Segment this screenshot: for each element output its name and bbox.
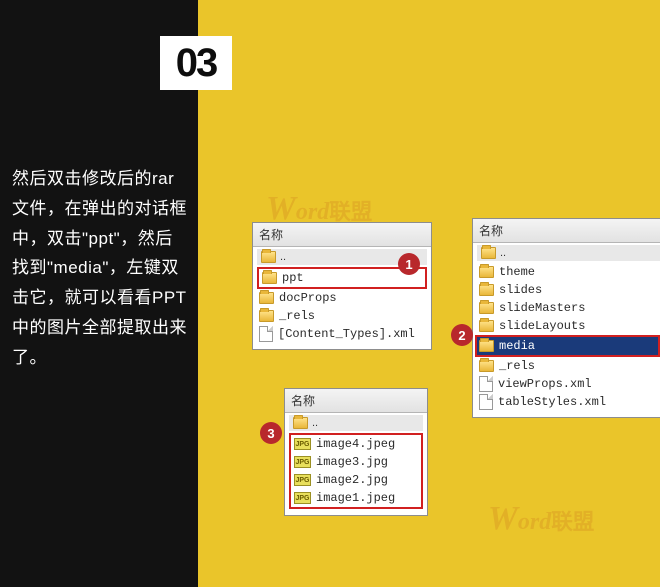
list-item[interactable]: [Content_Types].xml <box>257 325 427 343</box>
folder-icon <box>259 292 274 304</box>
file-icon <box>479 394 493 410</box>
list-item[interactable]: _rels <box>477 357 660 375</box>
folder-icon <box>293 417 308 429</box>
jpg-icon: JPG <box>294 438 311 450</box>
folder-icon <box>261 251 276 263</box>
step-marker-1: 1 <box>398 253 420 275</box>
folder-icon <box>479 340 494 352</box>
panel-header: 名称 <box>253 223 431 247</box>
file-panel-2: 名称 .. theme slides slideMasters slideLay… <box>472 218 660 418</box>
jpg-icon: JPG <box>294 492 311 504</box>
list-item[interactable]: slideMasters <box>477 299 660 317</box>
panel-header: 名称 <box>473 219 660 243</box>
panel-body: .. theme slides slideMasters slideLayout… <box>473 243 660 417</box>
folder-icon <box>259 310 274 322</box>
jpg-icon: JPG <box>294 474 311 486</box>
folder-icon <box>479 360 494 372</box>
list-item[interactable]: tableStyles.xml <box>477 393 660 411</box>
folder-icon <box>479 266 494 278</box>
step-marker-3: 3 <box>260 422 282 444</box>
step-number-badge: 03 <box>160 36 232 90</box>
list-item[interactable]: docProps <box>257 289 427 307</box>
list-item[interactable]: viewProps.xml <box>477 375 660 393</box>
watermark-logo: Word联盟 <box>488 500 594 538</box>
jpg-icon: JPG <box>294 456 311 468</box>
list-item[interactable]: JPGimage3.jpg <box>292 453 420 471</box>
list-item[interactable]: JPGimage1.jpeg <box>292 489 420 507</box>
list-item[interactable]: slideLayouts <box>477 317 660 335</box>
parent-dir-row[interactable]: .. <box>477 245 660 261</box>
file-icon <box>259 326 273 342</box>
file-panel-1: 名称 .. ppt docProps _rels [Content_Types]… <box>252 222 432 350</box>
folder-icon <box>479 302 494 314</box>
parent-dir-row[interactable]: .. <box>289 415 423 431</box>
list-item[interactable]: ppt <box>260 269 424 287</box>
list-item[interactable]: theme <box>477 263 660 281</box>
list-item[interactable]: JPGimage4.jpeg <box>292 435 420 453</box>
step-marker-2: 2 <box>451 324 473 346</box>
list-item[interactable]: slides <box>477 281 660 299</box>
list-item[interactable]: _rels <box>257 307 427 325</box>
folder-icon <box>479 284 494 296</box>
panel-body: .. JPGimage4.jpeg JPGimage3.jpg JPGimage… <box>285 413 427 515</box>
folder-icon <box>481 247 496 259</box>
folder-icon <box>479 320 494 332</box>
list-item[interactable]: JPGimage2.jpg <box>292 471 420 489</box>
instruction-text: 然后双击修改后的rar文件，在弹出的对话框中，双击"ppt"，然后找到"medi… <box>12 164 190 372</box>
file-icon <box>479 376 493 392</box>
folder-icon <box>262 272 277 284</box>
list-item-selected[interactable]: media <box>477 337 658 355</box>
file-panel-3: 名称 .. JPGimage4.jpeg JPGimage3.jpg JPGim… <box>284 388 428 516</box>
panel-header: 名称 <box>285 389 427 413</box>
